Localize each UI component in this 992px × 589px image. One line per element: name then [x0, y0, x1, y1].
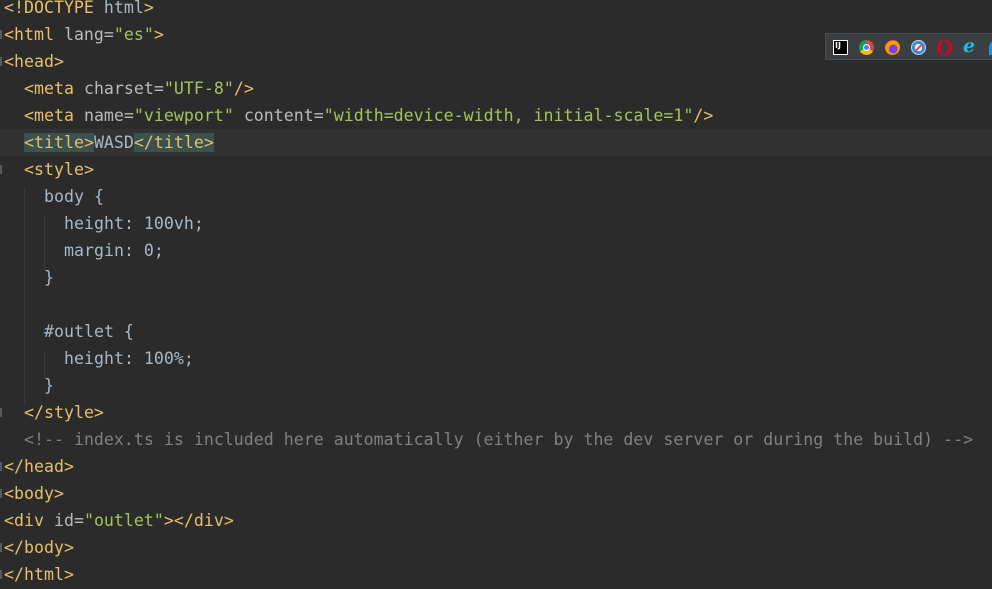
code-line[interactable]: <!DOCTYPE html> [0, 0, 992, 21]
attribute-name: name= [83, 106, 134, 125]
attribute-value: "es" [113, 25, 154, 44]
code-line[interactable]: </style> [0, 399, 992, 426]
attribute-name: id= [53, 511, 84, 530]
tag-close: /> [233, 79, 254, 98]
tag-open: <meta [24, 106, 74, 125]
tag-close: > [153, 25, 164, 44]
code-line-current[interactable]: <title>WASD</title> [0, 129, 992, 156]
chrome-icon[interactable] [859, 40, 874, 55]
tag-close: ></div> [163, 511, 234, 530]
firefox-icon[interactable] [885, 40, 900, 55]
doctype-name: html [103, 0, 144, 17]
tag-open: <meta [24, 79, 74, 98]
code-line[interactable]: #outlet { [0, 318, 992, 345]
css-brace: } [44, 376, 54, 395]
title-text: WASD [93, 133, 134, 152]
title-open-tag: <title> [24, 133, 94, 152]
css-declaration: height: 100vh; [64, 214, 204, 233]
tag-open: <html [4, 25, 54, 44]
css-declaration: height: 100%; [64, 349, 194, 368]
html-comment: <!-- index.ts is included here automatic… [24, 430, 974, 449]
code-line[interactable]: <meta name="viewport" content="width=dev… [0, 102, 992, 129]
fold-marker[interactable] [0, 543, 2, 552]
style-open-tag: <style> [24, 160, 94, 179]
tag-open: <div [4, 511, 44, 530]
code-line[interactable]: <meta charset="UTF-8"/> [0, 75, 992, 102]
tag-close: > [143, 0, 154, 17]
doctype-token: <!DOCTYPE [4, 0, 94, 17]
attribute-name: content= [243, 106, 324, 125]
code-line[interactable]: height: 100vh; [0, 210, 992, 237]
code-line[interactable]: margin: 0; [0, 237, 992, 264]
css-brace: } [44, 268, 54, 287]
body-open-tag: <body> [4, 484, 64, 503]
code-line[interactable]: body { [0, 183, 992, 210]
fold-marker[interactable] [0, 489, 2, 498]
head-close-tag: </head> [4, 457, 74, 476]
fold-marker[interactable] [0, 570, 2, 579]
safari-icon[interactable] [911, 40, 926, 55]
code-line[interactable]: <style> [0, 156, 992, 183]
internet-explorer-icon[interactable] [963, 35, 978, 57]
html-close-tag: </html> [4, 565, 74, 584]
attribute-value: "UTF-8" [163, 79, 234, 98]
css-declaration: margin: 0; [64, 241, 164, 260]
attribute-value: "width=device-width, initial-scale=1" [323, 106, 694, 125]
code-line[interactable]: <!-- index.ts is included here automatic… [0, 426, 992, 453]
code-line[interactable]: </body> [0, 534, 992, 561]
css-selector: body { [44, 187, 104, 206]
fold-marker[interactable] [0, 30, 2, 39]
fold-marker[interactable] [0, 462, 2, 471]
opera-icon[interactable] [937, 40, 952, 55]
code-line[interactable]: </html> [0, 561, 992, 588]
code-line[interactable]: <div id="outlet"></div> [0, 507, 992, 534]
fold-marker[interactable] [0, 408, 2, 417]
code-line[interactable]: </head> [0, 453, 992, 480]
code-line[interactable]: } [0, 372, 992, 399]
code-line[interactable]: } [0, 264, 992, 291]
tag-close: /> [693, 106, 714, 125]
fold-marker[interactable] [0, 57, 2, 66]
code-line[interactable]: height: 100%; [0, 345, 992, 372]
code-line[interactable] [0, 291, 992, 318]
code-line[interactable]: <body> [0, 480, 992, 507]
body-close-tag: </body> [4, 538, 74, 557]
attribute-name: charset= [83, 79, 164, 98]
css-selector: #outlet { [44, 322, 134, 341]
attribute-name: lang= [63, 25, 114, 44]
intellij-icon[interactable] [833, 40, 848, 55]
title-close-tag: </title> [133, 133, 214, 152]
style-close-tag: </style> [24, 403, 104, 422]
attribute-value: "viewport" [133, 106, 234, 125]
attribute-value: "outlet" [83, 511, 164, 530]
code-editor[interactable]: <!DOCTYPE html> <html lang="es"> <head> … [0, 0, 992, 589]
browser-preview-bar [825, 33, 992, 60]
fold-marker[interactable] [0, 165, 2, 174]
head-open-tag: <head> [4, 52, 64, 71]
